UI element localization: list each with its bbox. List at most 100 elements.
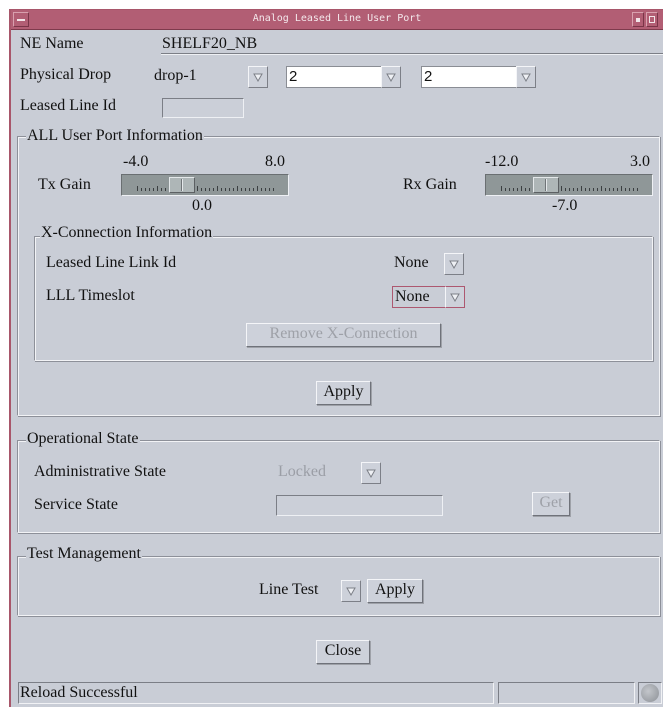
test-type-arrow[interactable] (341, 580, 361, 602)
slider-tick (509, 188, 510, 191)
slider-tick (205, 188, 206, 191)
drop-select-arrow[interactable] (248, 66, 268, 88)
physical-drop-label: Physical Drop (20, 66, 112, 83)
port-select-value: 2 (421, 66, 516, 88)
maximize-button[interactable] (646, 12, 658, 27)
test-management-group-title: Test Management (26, 545, 142, 563)
operational-state-group (17, 440, 660, 533)
slider-tick (529, 188, 530, 191)
leased-line-link-id-value: None (394, 254, 429, 271)
tx-gain-slider-thumb[interactable] (169, 177, 196, 193)
slider-tick (253, 188, 254, 191)
chevron-down-icon (253, 73, 263, 83)
tx-gain-label: Tx Gain (38, 176, 91, 193)
slider-tick (225, 188, 226, 191)
slider-tick (525, 188, 526, 191)
slider-tick (617, 188, 618, 191)
rx-gain-slider-thumb[interactable] (533, 177, 560, 193)
minimize-icon (636, 18, 640, 22)
chevron-down-icon (386, 73, 396, 83)
slider-tick (257, 186, 258, 191)
slider-tick (273, 188, 274, 191)
lll-timeslot-label: LLL Timeslot (46, 287, 135, 304)
close-button[interactable]: Close (316, 640, 370, 664)
slider-tick (597, 188, 598, 191)
slider-tick (513, 188, 514, 191)
slider-tick (501, 186, 502, 191)
rx-gain-value-label: -7.0 (552, 197, 578, 214)
slider-tick (573, 188, 574, 191)
slider-tick (593, 188, 594, 191)
port-select[interactable]: 2 (421, 66, 538, 88)
slider-tick (625, 188, 626, 191)
slider-tick (561, 186, 562, 191)
slider-tick (209, 188, 210, 191)
title-bar[interactable]: Analog Leased Line User Port (11, 10, 663, 30)
slider-tick (601, 186, 602, 191)
slider-tick (145, 188, 146, 191)
slider-tick (605, 188, 606, 191)
slider-tick (581, 186, 582, 191)
leased-line-link-id-arrow[interactable] (444, 253, 464, 275)
slider-tick (157, 186, 158, 191)
slider-tick (613, 188, 614, 191)
operational-state-group-title: Operational State (26, 430, 140, 448)
rx-gain-min-label: -12.0 (485, 153, 519, 170)
lll-timeslot-value: None (392, 286, 445, 308)
slider-tick (221, 188, 222, 191)
test-type-value: Line Test (259, 581, 319, 598)
lll-timeslot-arrow[interactable] (445, 286, 465, 308)
slider-tick (577, 188, 578, 191)
rx-gain-label: Rx Gain (403, 176, 457, 193)
user-port-apply-button[interactable]: Apply (316, 381, 371, 405)
slider-tick (505, 188, 506, 191)
slider-tick (565, 188, 566, 191)
slider-tick (153, 188, 154, 191)
test-type-select[interactable]: Line Test (257, 580, 363, 602)
administrative-state-arrow[interactable] (361, 462, 381, 484)
slider-tick (589, 188, 590, 191)
slider-tick (249, 188, 250, 191)
slot-select-arrow[interactable] (381, 66, 401, 88)
ne-name-value: SHELF20_NB (162, 35, 258, 52)
test-apply-button[interactable]: Apply (367, 579, 423, 603)
slider-tick (621, 186, 622, 191)
drop-select-value: drop-1 (154, 67, 197, 84)
slider-tick (213, 188, 214, 191)
leased-line-id-input[interactable] (162, 98, 244, 118)
minimize-button[interactable] (632, 12, 644, 27)
slider-tick (165, 188, 166, 191)
administrative-state-label: Administrative State (34, 463, 166, 480)
status-indicator-frame (638, 682, 662, 704)
get-button[interactable]: Get (532, 492, 570, 516)
administrative-state-select[interactable]: Locked (276, 462, 383, 484)
status-secondary (498, 682, 635, 704)
administrative-state-value: Locked (278, 463, 326, 480)
slider-tick (161, 188, 162, 191)
chevron-down-icon (450, 293, 460, 303)
tx-gain-value-label: 0.0 (192, 197, 212, 214)
slider-tick (237, 186, 238, 191)
leased-line-link-id-select[interactable]: None (392, 253, 466, 275)
window-title: Analog Leased Line User Port (252, 13, 422, 24)
x-connection-group-title: X-Connection Information (40, 224, 214, 242)
remove-x-connection-button[interactable]: Remove X-Connection (246, 323, 441, 347)
tx-gain-thumb-grip (181, 179, 184, 191)
slider-tick (229, 188, 230, 191)
slider-tick (629, 188, 630, 191)
ne-name-field-edge (161, 53, 663, 55)
port-select-arrow[interactable] (516, 66, 536, 88)
dialog-window: Analog Leased Line User Port NE Name SHE… (9, 9, 663, 707)
chevron-down-icon (366, 469, 376, 479)
lll-timeslot-select[interactable]: None (392, 286, 467, 308)
slider-tick (261, 188, 262, 191)
drop-select[interactable]: drop-1 (152, 66, 270, 88)
status-message: Reload Successful (18, 682, 494, 704)
rx-gain-max-label: 3.0 (630, 153, 650, 170)
slider-tick (241, 188, 242, 191)
slider-tick (201, 188, 202, 191)
tx-gain-slider[interactable] (121, 174, 289, 196)
slot-select[interactable]: 2 (286, 66, 403, 88)
rx-gain-slider[interactable] (485, 174, 653, 196)
slider-tick (233, 188, 234, 191)
